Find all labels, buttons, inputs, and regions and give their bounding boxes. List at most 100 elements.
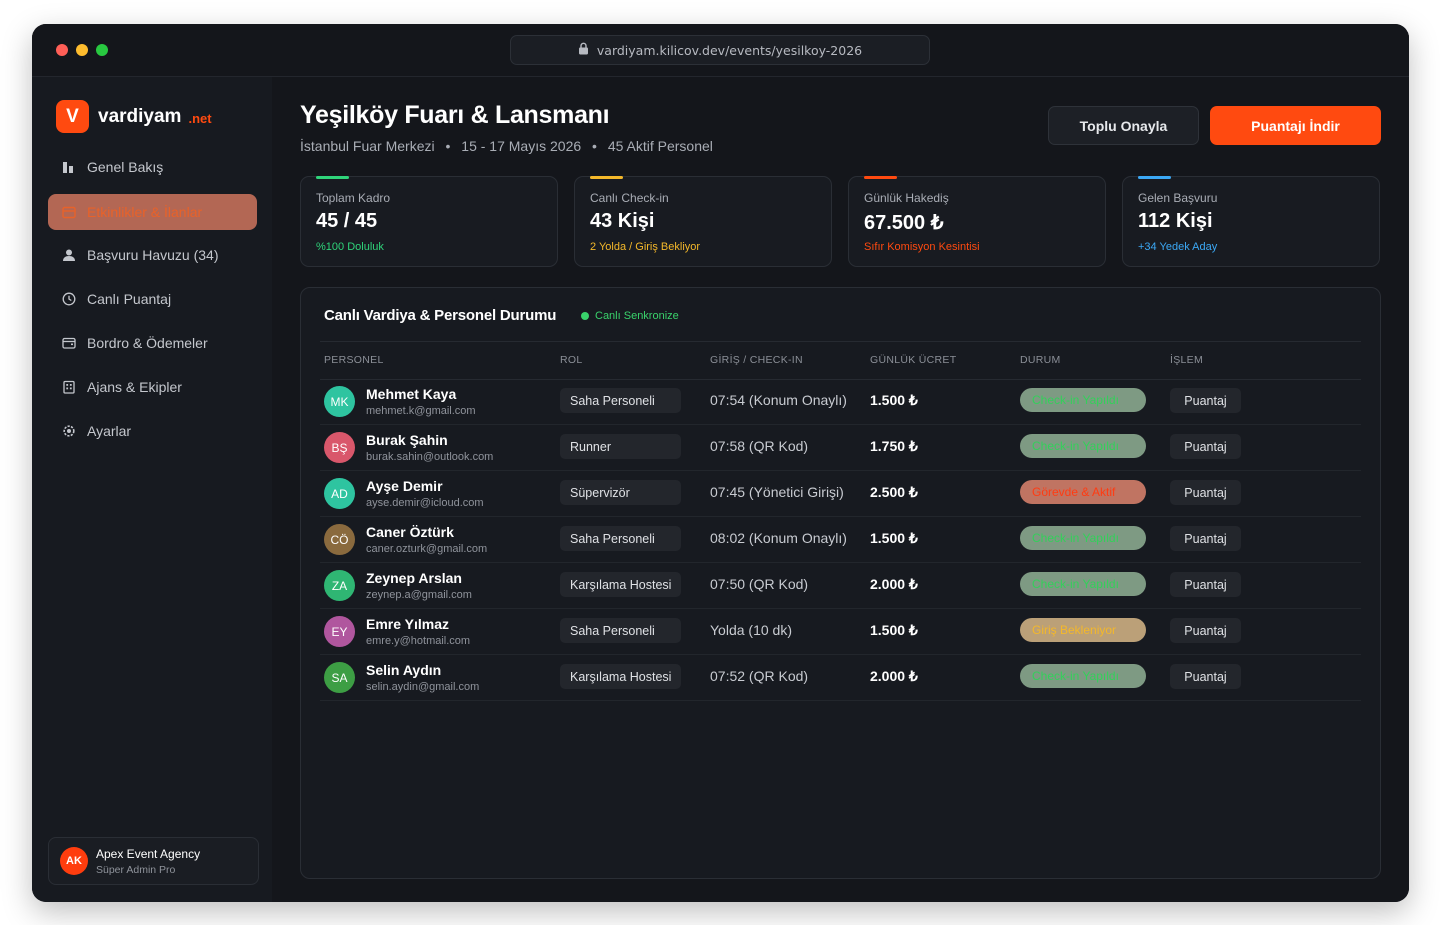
brand-name: vardiyam xyxy=(98,105,182,127)
meta-separator: • xyxy=(592,138,597,154)
stat-accent-bar xyxy=(590,176,623,179)
daily-fee: 2.500 ₺ xyxy=(870,484,918,500)
sidebar-item-label: Ayarlar xyxy=(87,423,132,439)
sidebar: V vardiyam .net Genel Bakış Etkinlikler … xyxy=(32,77,272,902)
sidebar-item-label: Ajans & Ekipler xyxy=(87,379,182,395)
column-header: PERSONEL xyxy=(324,354,384,366)
app-window: vardiyam.kilicov.dev/events/yesilkoy-202… xyxy=(32,24,1409,902)
event-meta: İstanbul Fuar Merkezi • 15 - 17 Mayıs 20… xyxy=(300,138,713,154)
stat-label: Toplam Kadro xyxy=(316,191,391,205)
role-badge: Saha Personeli xyxy=(560,388,681,413)
timesheet-button[interactable]: Puantaj xyxy=(1170,526,1241,551)
calendar-icon xyxy=(61,204,77,220)
sidebar-item-label: Bordro & Ödemeler xyxy=(87,335,208,351)
timesheet-button[interactable]: Puantaj xyxy=(1170,572,1241,597)
sync-indicator: Canlı Senkronize xyxy=(581,310,679,322)
table-row[interactable]: AD Ayşe Demir ayse.demir@icloud.com Süpervi… xyxy=(320,470,1361,517)
person-name: Caner Öztürk xyxy=(366,524,454,540)
sidebar-item-events[interactable]: Etkinlikler & İlanlar xyxy=(48,194,257,230)
browser-titlebar: vardiyam.kilicov.dev/events/yesilkoy-202… xyxy=(32,24,1409,77)
maximize-window-dot[interactable] xyxy=(96,44,108,56)
daily-fee: 1.500 ₺ xyxy=(870,392,918,408)
status-badge: Check-in Yapıldı xyxy=(1020,388,1146,412)
sidebar-item-label: Canlı Puantaj xyxy=(87,291,172,307)
sidebar-item-applications[interactable]: Başvuru Havuzu (34) xyxy=(48,237,257,273)
sidebar-item-overview[interactable]: Genel Bakış xyxy=(48,149,257,185)
sidebar-item-payroll[interactable]: Bordro & Ödemeler xyxy=(48,325,257,361)
status-badge: Check-in Yapıldı xyxy=(1020,526,1146,550)
stat-card-daily-earnings: Günlük Hakediş 67.500 ₺ Sıfır Komisyon K… xyxy=(848,176,1106,267)
stat-label: Canlı Check-in xyxy=(590,191,669,205)
timesheet-button[interactable]: Puantaj xyxy=(1170,388,1241,413)
person-name: Emre Yılmaz xyxy=(366,616,450,632)
timesheet-button[interactable]: Puantaj xyxy=(1170,434,1241,459)
table-row[interactable]: MK Mehmet Kaya mehmet.k@gmail.com Saha Pers… xyxy=(320,378,1361,425)
brand-logo[interactable]: V vardiyam .net xyxy=(56,100,212,133)
table-row[interactable]: EY Emre Yılmaz emre.y@hotmail.com Saha Pers… xyxy=(320,608,1361,655)
stat-sub: 2 Yolda / Giriş Bekliyor xyxy=(590,241,701,253)
column-header: DURUM xyxy=(1020,354,1061,366)
person-email: emre.y@hotmail.com xyxy=(366,635,471,647)
person-name: Ayşe Demir xyxy=(366,478,443,494)
minimize-window-dot[interactable] xyxy=(76,44,88,56)
event-staff-count: 45 Aktif Personel xyxy=(607,138,713,154)
daily-fee: 1.750 ₺ xyxy=(870,438,918,454)
bar-chart-icon xyxy=(61,159,77,175)
brand-tld: .net xyxy=(188,110,212,126)
avatar: AD xyxy=(324,478,355,509)
sidebar-item-live-timesheet[interactable]: Canlı Puantaj xyxy=(48,281,257,317)
table-header: PERSONEL ROL GİRİŞ / CHECK-IN GÜNLÜK ÜCR… xyxy=(320,341,1361,380)
timesheet-button[interactable]: Puantaj xyxy=(1170,618,1241,643)
role-badge: Karşılama Hostesi xyxy=(560,664,681,689)
stat-value: 43 Kişi xyxy=(590,210,655,232)
stat-sub: Sıfır Komisyon Kesintisi xyxy=(864,241,980,253)
stat-card-total-staff: Toplam Kadro 45 / 45 %100 Doluluk xyxy=(300,176,558,267)
page-title: Yeşilköy Fuarı & Lansmanı xyxy=(300,101,610,129)
person-name: Mehmet Kaya xyxy=(366,386,457,402)
daily-fee: 1.500 ₺ xyxy=(870,530,918,546)
table-row[interactable]: CÖ Caner Öztürk caner.ozturk@gmail.com Saha… xyxy=(320,516,1361,563)
stat-value: 112 Kişi xyxy=(1138,210,1213,232)
checkin-time: 07:52 (QR Kod) xyxy=(710,668,809,684)
download-timesheet-button[interactable]: Puantajı İndir xyxy=(1210,106,1381,145)
table-row[interactable]: BŞ Burak Şahin burak.sahin@outlook.com Runn… xyxy=(320,424,1361,471)
avatar: SA xyxy=(324,662,355,693)
table-row[interactable]: ZA Zeynep Arslan zeynep.a@gmail.com Karşıla… xyxy=(320,562,1361,609)
role-badge: Karşılama Hostesi xyxy=(560,572,681,597)
sidebar-item-label: Etkinlikler & İlanlar xyxy=(87,204,203,220)
user-icon xyxy=(61,247,77,263)
meta-separator: • xyxy=(445,138,451,154)
avatar: MK xyxy=(324,386,355,417)
timesheet-button[interactable]: Puantaj xyxy=(1170,664,1241,689)
close-window-dot[interactable] xyxy=(56,44,68,56)
daily-fee: 2.000 ₺ xyxy=(870,576,918,592)
column-header: İŞLEM xyxy=(1170,354,1204,366)
person-name: Burak Şahin xyxy=(366,432,448,448)
sync-label: Canlı Senkronize xyxy=(595,310,679,322)
checkin-time: 07:54 (Konum Onaylı) xyxy=(710,392,847,408)
timesheet-button[interactable]: Puantaj xyxy=(1170,480,1241,505)
building-icon xyxy=(61,379,77,395)
sidebar-item-agencies[interactable]: Ajans & Ekipler xyxy=(48,369,257,405)
person-email: mehmet.k@gmail.com xyxy=(366,405,476,417)
status-badge: Check-in Yapıldı xyxy=(1020,664,1146,688)
daily-fee: 1.500 ₺ xyxy=(870,622,918,638)
address-bar[interactable]: vardiyam.kilicov.dev/events/yesilkoy-202… xyxy=(510,35,930,65)
person-name: Selin Aydın xyxy=(366,662,442,678)
role-badge: Runner xyxy=(560,434,681,459)
avatar: BŞ xyxy=(324,432,355,463)
stat-card-applications: Gelen Başvuru 112 Kişi +34 Yedek Aday xyxy=(1122,176,1380,267)
table-row[interactable]: SA Selin Aydın selin.aydin@gmail.com Karşıl… xyxy=(320,654,1361,701)
bulk-approve-button[interactable]: Toplu Onayla xyxy=(1048,106,1199,145)
account-card[interactable]: AK Apex Event Agency Süper Admin Pro xyxy=(48,837,259,885)
stat-accent-bar xyxy=(864,176,897,179)
url-text: vardiyam.kilicov.dev/events/yesilkoy-202… xyxy=(596,42,863,58)
status-badge: Check-in Yapıldı xyxy=(1020,572,1146,596)
status-badge: Giriş Bekleniyor xyxy=(1020,618,1146,642)
live-dot-icon xyxy=(581,312,589,320)
logo-mark: V xyxy=(56,100,89,133)
stat-card-live-checkin: Canlı Check-in 43 Kişi 2 Yolda / Giriş B… xyxy=(574,176,832,267)
event-dates: 15 - 17 Mayıs 2026 xyxy=(461,138,582,154)
sidebar-item-settings[interactable]: Ayarlar xyxy=(48,413,257,449)
gear-icon xyxy=(61,423,77,439)
